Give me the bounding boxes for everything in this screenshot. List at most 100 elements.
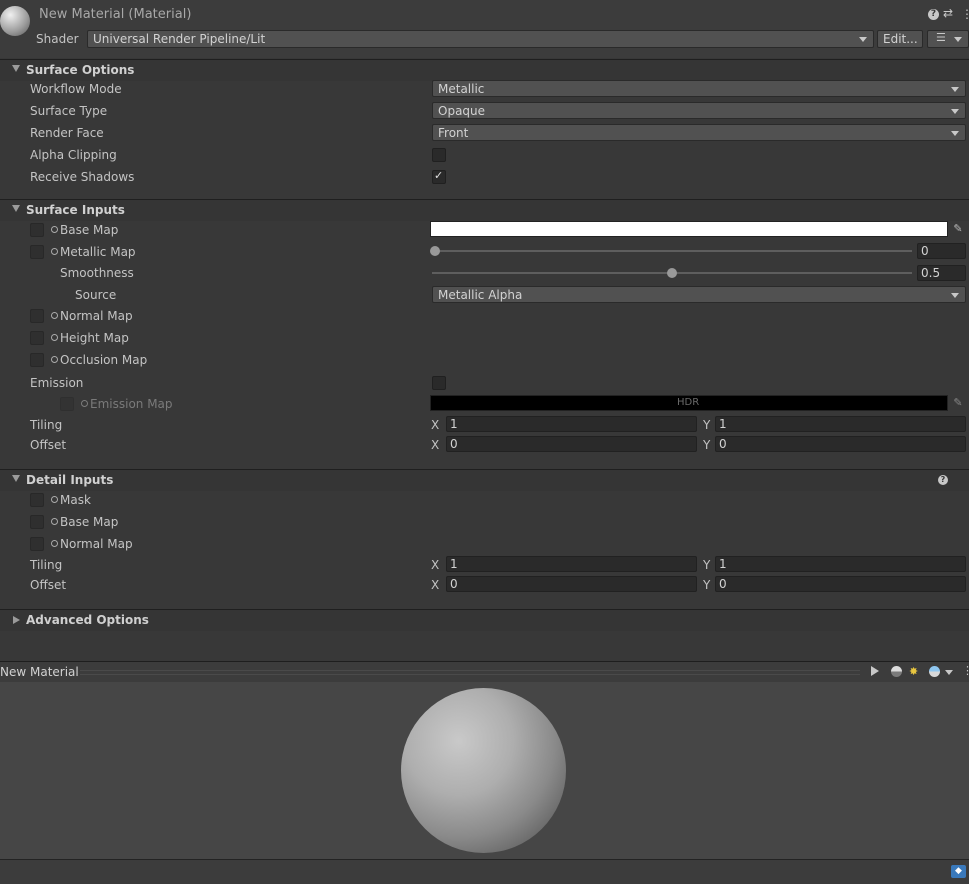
- bottom-bar: ◆: [0, 859, 969, 884]
- foldout-open-icon: [12, 65, 20, 72]
- object-picker-icon[interactable]: [81, 400, 88, 407]
- surface-options-header[interactable]: Surface Options: [0, 59, 969, 81]
- detail-tiling-x-field[interactable]: 1: [446, 556, 697, 572]
- surface-inputs-header[interactable]: Surface Inputs: [0, 199, 969, 221]
- more-menu-icon[interactable]: ⋮: [962, 664, 969, 677]
- object-picker-icon[interactable]: [51, 248, 58, 255]
- occlusion-map-texture-slot[interactable]: [30, 353, 44, 367]
- alpha-clipping-label: Alpha Clipping: [30, 148, 117, 162]
- more-menu-icon[interactable]: ⋮: [961, 7, 969, 21]
- workflow-mode-label: Workflow Mode: [30, 82, 122, 96]
- edit-shader-button[interactable]: Edit...: [877, 30, 923, 48]
- detail-normal-map-label: Normal Map: [60, 537, 133, 551]
- height-map-label: Height Map: [60, 331, 129, 345]
- detail-tiling-y-label: Y: [703, 558, 711, 572]
- object-picker-icon[interactable]: [51, 356, 58, 363]
- detail-tiling-x-label: X: [431, 558, 440, 572]
- help-icon[interactable]: ?: [928, 9, 939, 20]
- help-icon[interactable]: ?: [938, 475, 948, 485]
- workflow-mode-dropdown[interactable]: Metallic: [432, 80, 966, 97]
- shader-dropdown[interactable]: Universal Render Pipeline/Lit: [87, 30, 874, 48]
- emission-color-swatch[interactable]: HDR: [430, 395, 948, 411]
- render-face-dropdown[interactable]: Front: [432, 124, 966, 141]
- source-label: Source: [75, 288, 117, 302]
- hdr-label: HDR: [677, 397, 700, 408]
- advanced-options-header[interactable]: Advanced Options: [0, 609, 969, 631]
- emission-map-label: Emission Map: [90, 397, 173, 411]
- emission-map-texture-slot[interactable]: [60, 397, 74, 411]
- metallic-slider-track[interactable]: [432, 250, 912, 252]
- eyedropper-icon[interactable]: ✎: [951, 396, 965, 410]
- workflow-mode-value: Metallic: [438, 82, 485, 96]
- occlusion-map-label: Occlusion Map: [60, 353, 148, 367]
- detail-inputs-header[interactable]: Detail Inputs ?: [0, 469, 969, 491]
- chevron-down-icon: [951, 131, 959, 136]
- metallic-slider-handle[interactable]: [430, 246, 440, 256]
- offset-y-field[interactable]: 0: [715, 436, 966, 452]
- base-map-texture-slot[interactable]: [30, 223, 44, 237]
- material-preview-area[interactable]: [0, 682, 969, 859]
- offset-x-label: X: [431, 438, 440, 452]
- smoothness-source-dropdown[interactable]: Metallic Alpha: [432, 286, 966, 303]
- shader-options-button[interactable]: ☰: [927, 30, 969, 48]
- surface-type-dropdown[interactable]: Opaque: [432, 102, 966, 119]
- surface-inputs-title: Surface Inputs: [26, 203, 125, 217]
- smoothness-slider-handle[interactable]: [667, 268, 677, 278]
- chevron-down-icon: [954, 37, 962, 42]
- tiling-x-field[interactable]: 1: [446, 416, 697, 432]
- shader-label: Shader: [36, 32, 79, 46]
- list-icon: ☰: [936, 31, 946, 44]
- inspector-header: New Material (Material) ? ⇄ ⋮ Shader Uni…: [0, 0, 969, 58]
- normal-map-label: Normal Map: [60, 309, 133, 323]
- object-picker-icon[interactable]: [51, 334, 58, 341]
- detail-mask-texture-slot[interactable]: [30, 493, 44, 507]
- tiling-x-label: X: [431, 418, 440, 432]
- receive-shadows-label: Receive Shadows: [30, 170, 135, 184]
- detail-offset-y-field[interactable]: 0: [715, 576, 966, 592]
- play-icon[interactable]: [871, 666, 879, 676]
- receive-shadows-checkbox[interactable]: ✓: [432, 169, 446, 184]
- detail-normal-map-texture-slot[interactable]: [30, 537, 44, 551]
- metallic-map-texture-slot[interactable]: [30, 245, 44, 259]
- detail-mask-label: Mask: [60, 493, 91, 507]
- chevron-down-icon[interactable]: [945, 670, 953, 675]
- detail-offset-y-label: Y: [703, 578, 711, 592]
- preview-shape-icon[interactable]: [891, 666, 902, 677]
- tiling-label: Tiling: [30, 418, 63, 432]
- detail-offset-x-field[interactable]: 0: [446, 576, 697, 592]
- preview-background-icon[interactable]: [929, 666, 940, 677]
- foldout-open-icon: [12, 475, 20, 482]
- smoothness-source-value: Metallic Alpha: [438, 288, 523, 302]
- render-face-label: Render Face: [30, 126, 104, 140]
- offset-x-field[interactable]: 0: [446, 436, 697, 452]
- preview-lighting-icon[interactable]: ✸: [909, 665, 918, 678]
- detail-tiling-x-value: 1: [450, 557, 458, 571]
- foldout-closed-icon: [13, 616, 20, 624]
- presets-icon[interactable]: ⇄: [943, 6, 953, 20]
- normal-map-texture-slot[interactable]: [30, 309, 44, 323]
- object-picker-icon[interactable]: [51, 496, 58, 503]
- asset-label-icon[interactable]: ◆: [951, 865, 966, 878]
- tiling-y-field[interactable]: 1: [715, 416, 966, 432]
- object-picker-icon[interactable]: [51, 540, 58, 547]
- eyedropper-icon[interactable]: ✎: [951, 222, 965, 236]
- detail-base-map-texture-slot[interactable]: [30, 515, 44, 529]
- height-map-texture-slot[interactable]: [30, 331, 44, 345]
- toolbar-drag-handle[interactable]: [80, 670, 860, 675]
- foldout-open-icon: [12, 205, 20, 212]
- alpha-clipping-checkbox[interactable]: [432, 148, 446, 162]
- object-picker-icon[interactable]: [51, 226, 58, 233]
- smoothness-label: Smoothness: [60, 266, 134, 280]
- object-picker-icon[interactable]: [51, 518, 58, 525]
- smoothness-value: 0.5: [921, 266, 941, 280]
- metallic-value-field[interactable]: 0: [917, 243, 966, 259]
- detail-offset-x-label: X: [431, 578, 440, 592]
- tiling-y-label: Y: [703, 418, 711, 432]
- smoothness-value-field[interactable]: 0.5: [917, 265, 966, 281]
- material-preview-sphere: [401, 688, 566, 853]
- object-picker-icon[interactable]: [51, 312, 58, 319]
- base-color-swatch[interactable]: [430, 221, 948, 237]
- detail-tiling-y-field[interactable]: 1: [715, 556, 966, 572]
- emission-checkbox[interactable]: [432, 376, 446, 390]
- detail-offset-y-value: 0: [719, 577, 727, 591]
